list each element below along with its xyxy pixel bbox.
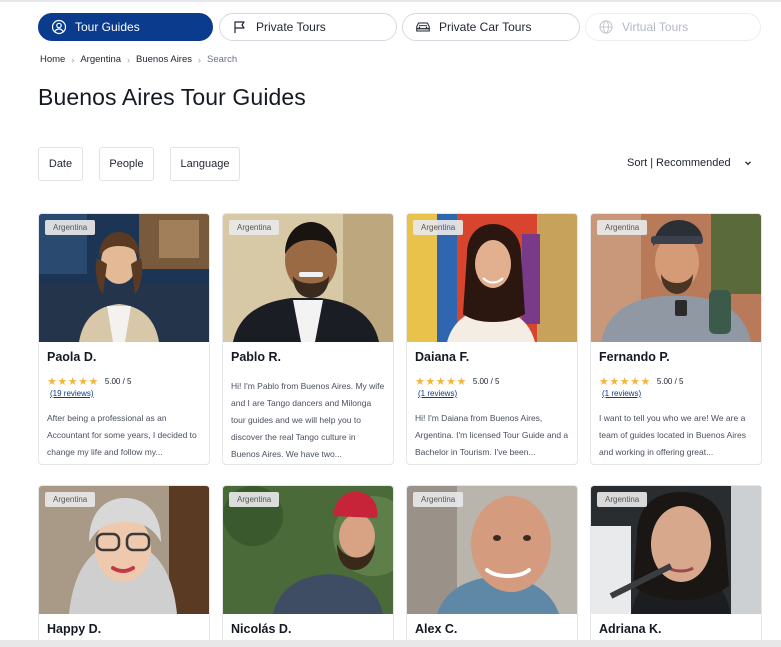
tab-virtual-tours[interactable]: Virtual Tours <box>585 13 761 41</box>
country-badge: Argentina <box>45 220 96 235</box>
tab-label: Tour Guides <box>75 20 140 34</box>
guide-name: Daiana F. <box>415 350 470 364</box>
tab-label: Private Tours <box>256 20 326 34</box>
breadcrumb-buenos-aires[interactable]: Buenos Aires <box>136 54 192 65</box>
breadcrumb-separator: › <box>71 54 75 65</box>
guide-description: After being a professional as an Account… <box>47 413 197 457</box>
guide-name: Adriana K. <box>599 622 662 636</box>
tab-tour-guides[interactable]: Tour Guides <box>38 13 213 41</box>
language-filter-button[interactable]: Language <box>170 147 240 181</box>
car-icon <box>415 19 431 35</box>
guide-description: Hi! I'm Pablo from Buenos Aires. My wife… <box>231 381 385 459</box>
country-badge: Argentina <box>413 492 464 507</box>
globe-icon <box>598 19 614 35</box>
guide-card[interactable]: Argentina Adriana K. <box>590 485 762 647</box>
breadcrumb-argentina[interactable]: Argentina <box>80 54 121 65</box>
sort-label: Sort <box>627 157 648 169</box>
breadcrumb-current: Search <box>207 54 238 65</box>
guide-card[interactable]: Argentina Pablo R. Hi! I'm Pablo from Bu… <box>222 213 394 465</box>
guide-card[interactable]: Argentina Fernando P. ★★★★★ 5.00 / 5 (1 … <box>590 213 762 465</box>
breadcrumb-separator: › <box>198 54 201 65</box>
user-circle-icon <box>51 19 67 35</box>
country-badge: Argentina <box>229 492 280 507</box>
country-badge: Argentina <box>413 220 464 235</box>
people-filter-button[interactable]: People <box>99 147 154 181</box>
star-rating: ★★★★★ <box>415 376 467 388</box>
guide-name: Nicolás D. <box>231 622 292 636</box>
breadcrumb: Home › Argentina › Buenos Aires › Search <box>40 54 237 65</box>
sort-value: Recommended <box>656 157 731 169</box>
rating-value: 5.00 / 5 <box>104 377 132 386</box>
tab-label: Private Car Tours <box>439 20 532 34</box>
country-badge: Argentina <box>45 492 96 507</box>
reviews-link[interactable]: (19 reviews) <box>50 389 94 398</box>
tab-private-tours[interactable]: Private Tours <box>219 13 397 41</box>
rating-row: ★★★★★ 5.00 / 5 <box>415 375 500 388</box>
reviews-link[interactable]: (1 reviews) <box>418 389 457 398</box>
star-rating: ★★★★★ <box>599 376 651 388</box>
rating-value: 5.00 / 5 <box>656 377 684 386</box>
page-title: Buenos Aires Tour Guides <box>38 84 306 110</box>
guide-card[interactable]: Argentina Nicolás D. <box>222 485 394 647</box>
guide-name: Alex C. <box>415 622 458 636</box>
rating-row: ★★★★★ 5.00 / 5 <box>47 375 132 388</box>
flag-icon <box>232 19 248 35</box>
guide-name: Fernando P. <box>599 350 670 364</box>
guide-card[interactable]: Argentina Daiana F. ★★★★★ 5.00 / 5 (1 re… <box>406 213 578 465</box>
rating-row: ★★★★★ 5.00 / 5 <box>599 375 684 388</box>
reviews-link[interactable]: (1 reviews) <box>602 389 641 398</box>
category-tabs: Tour Guides Private Tours Private Car To… <box>38 13 778 41</box>
guide-description: Hi! I'm Daiana from Buenos Aires, Argent… <box>415 413 569 457</box>
country-badge: Argentina <box>229 220 280 235</box>
chevron-down-icon <box>743 158 753 168</box>
breadcrumb-home[interactable]: Home <box>40 54 65 65</box>
guide-description: I want to tell you who we are! We are a … <box>599 413 746 457</box>
country-badge: Argentina <box>597 492 648 507</box>
tab-private-car-tours[interactable]: Private Car Tours <box>402 13 580 41</box>
sort-divider: | <box>650 157 654 169</box>
country-badge: Argentina <box>597 220 648 235</box>
guide-card[interactable]: Argentina Paola D. ★★★★★ 5.00 / 5 (19 re… <box>38 213 210 465</box>
guide-name: Pablo R. <box>231 350 282 364</box>
guide-name: Happy D. <box>47 622 102 636</box>
horizontal-scrollbar[interactable] <box>0 640 781 647</box>
rating-value: 5.00 / 5 <box>472 377 500 386</box>
tab-label: Virtual Tours <box>622 20 689 34</box>
breadcrumb-separator: › <box>127 54 131 65</box>
guide-card[interactable]: Argentina Alex C. <box>406 485 578 647</box>
sort-dropdown[interactable]: Sort | Recommended <box>627 157 753 169</box>
star-rating: ★★★★★ <box>47 376 99 388</box>
guide-name: Paola D. <box>47 350 97 364</box>
guide-card[interactable]: Argentina Happy D. <box>38 485 210 647</box>
date-filter-button[interactable]: Date <box>38 147 83 181</box>
top-divider <box>0 0 781 2</box>
